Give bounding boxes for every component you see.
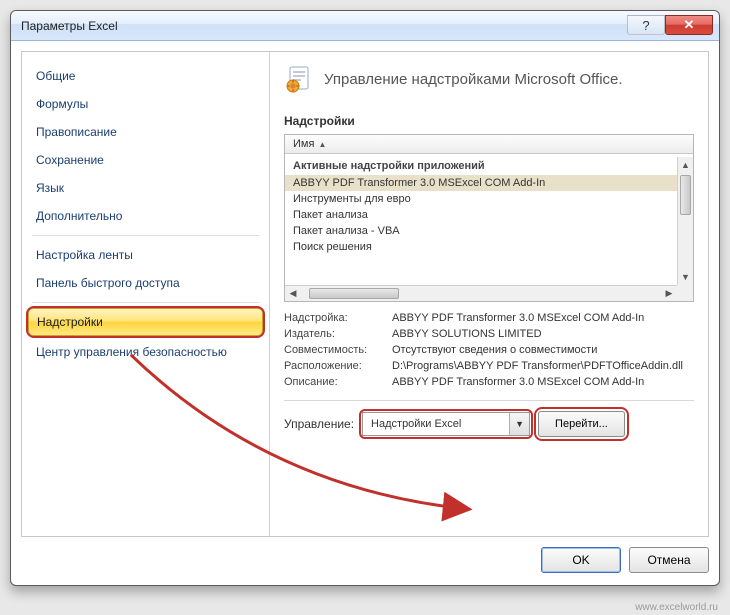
label-desc: Описание: [284, 376, 392, 388]
value-compat: Отсутствуют сведения о совместимости [392, 344, 694, 356]
scroll-thumb[interactable] [309, 288, 399, 299]
addins-icon [284, 64, 314, 94]
list-group-active: Активные надстройки приложений [285, 157, 677, 175]
ok-button[interactable]: OK [541, 547, 621, 573]
sidebar-separator [32, 302, 259, 303]
sidebar-item-language[interactable]: Язык [22, 174, 269, 202]
sidebar-item-trust[interactable]: Центр управления безопасностью [22, 338, 269, 366]
vertical-scrollbar[interactable]: ▲ ▼ [677, 157, 693, 285]
manage-label: Управление: [284, 417, 354, 431]
horizontal-scrollbar[interactable]: ◀ ▶ [285, 285, 677, 301]
label-publisher: Издатель: [284, 328, 392, 340]
window-buttons: ? ✕ [627, 16, 713, 35]
list-body: Активные надстройки приложений ABBYY PDF… [285, 157, 677, 285]
window-title: Параметры Excel [21, 19, 627, 33]
scroll-left-icon[interactable]: ◀ [285, 286, 301, 301]
sort-indicator-icon: ▲ [318, 140, 326, 149]
value-location: D:\Programs\ABBYY PDF Transformer\PDFTOf… [392, 360, 694, 372]
manage-dropdown[interactable]: Надстройки Excel ▼ [362, 412, 530, 436]
sidebar-separator [32, 235, 259, 236]
help-button[interactable]: ? [627, 15, 665, 35]
section-title: Надстройки [284, 114, 694, 128]
list-item[interactable]: Инструменты для евро [285, 191, 677, 207]
divider [284, 400, 694, 401]
scroll-corner [677, 285, 693, 301]
sidebar-item-addins[interactable]: Надстройки [28, 308, 263, 336]
header-title: Управление надстройками Microsoft Office… [324, 71, 623, 88]
go-button[interactable]: Перейти... [538, 411, 625, 437]
list-column-header[interactable]: Имя ▲ [285, 135, 693, 154]
sidebar: Общие Формулы Правописание Сохранение Яз… [22, 52, 270, 536]
value-addin: ABBYY PDF Transformer 3.0 MSExcel COM Ad… [392, 312, 694, 324]
list-item[interactable]: ABBYY PDF Transformer 3.0 MSExcel COM Ad… [285, 175, 677, 191]
label-compat: Совместимость: [284, 344, 392, 356]
chevron-down-icon: ▼ [509, 413, 529, 435]
label-addin: Надстройка: [284, 312, 392, 324]
sidebar-item-save[interactable]: Сохранение [22, 146, 269, 174]
addins-listbox[interactable]: Имя ▲ Активные надстройки приложений ABB… [284, 134, 694, 302]
list-item[interactable]: Поиск решения [285, 239, 677, 255]
column-name-label: Имя [293, 138, 314, 150]
close-button[interactable]: ✕ [665, 15, 713, 35]
value-publisher: ABBYY SOLUTIONS LIMITED [392, 328, 694, 340]
addin-details: Надстройка: ABBYY PDF Transformer 3.0 MS… [284, 312, 694, 388]
list-item[interactable]: Пакет анализа [285, 207, 677, 223]
dialog-window: Параметры Excel ? ✕ Общие Формулы Правоп… [10, 10, 720, 586]
sidebar-item-general[interactable]: Общие [22, 62, 269, 90]
scroll-thumb[interactable] [680, 175, 691, 215]
sidebar-item-proofing[interactable]: Правописание [22, 118, 269, 146]
header-row: Управление надстройками Microsoft Office… [284, 64, 694, 94]
cancel-button[interactable]: Отмена [629, 547, 709, 573]
scroll-right-icon[interactable]: ▶ [661, 286, 677, 301]
go-button-label: Перейти... [555, 418, 608, 430]
titlebar: Параметры Excel ? ✕ [11, 11, 719, 41]
list-item[interactable]: Пакет анализа - VBA [285, 223, 677, 239]
scroll-up-icon[interactable]: ▲ [678, 157, 693, 173]
value-desc: ABBYY PDF Transformer 3.0 MSExcel COM Ad… [392, 376, 694, 388]
sidebar-item-qat[interactable]: Панель быстрого доступа [22, 269, 269, 297]
sidebar-item-advanced[interactable]: Дополнительно [22, 202, 269, 230]
label-location: Расположение: [284, 360, 392, 372]
content-area: Общие Формулы Правописание Сохранение Яз… [21, 51, 709, 537]
dropdown-selected: Надстройки Excel [363, 418, 509, 430]
sidebar-item-ribbon[interactable]: Настройка ленты [22, 241, 269, 269]
sidebar-item-formulas[interactable]: Формулы [22, 90, 269, 118]
dialog-footer: OK Отмена [21, 543, 709, 577]
manage-row: Управление: Надстройки Excel ▼ Перейти..… [284, 411, 694, 437]
scroll-down-icon[interactable]: ▼ [678, 269, 693, 285]
watermark: www.excelworld.ru [635, 602, 718, 613]
main-pane: Управление надстройками Microsoft Office… [270, 52, 708, 536]
